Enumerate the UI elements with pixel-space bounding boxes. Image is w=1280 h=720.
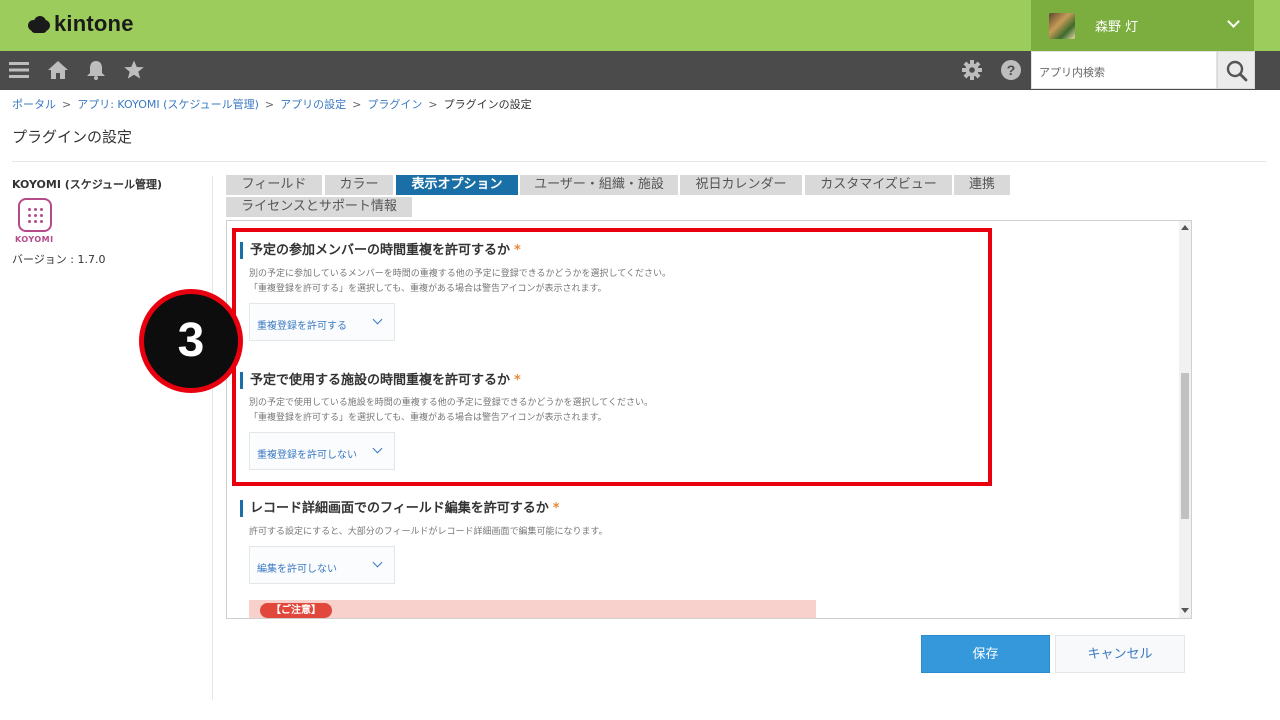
scrollbar-thumb[interactable]	[1181, 373, 1189, 519]
save-button[interactable]: 保存	[921, 635, 1050, 673]
highlight-box	[232, 228, 992, 486]
scroll-up-icon[interactable]	[1181, 225, 1189, 230]
notice-box: 【ご注意】	[249, 600, 816, 618]
plugin-icon-label: KOYOMI	[15, 235, 54, 244]
step-number-badge: 3	[139, 289, 243, 393]
page-title: プラグインの設定	[12, 128, 133, 146]
tab-custom-view[interactable]: カスタマイズビュー	[805, 175, 952, 195]
kintone-logo[interactable]: kintone	[28, 11, 134, 37]
section-description: 許可する設定にすると、大部分のフィールドがレコード詳細画面で編集可能になります。	[249, 525, 608, 540]
breadcrumb-separator: >	[428, 98, 438, 111]
plugin-name: KOYOMI (スケジュール管理)	[12, 178, 163, 191]
tab-field[interactable]: フィールド	[226, 175, 322, 195]
breadcrumb-portal[interactable]: ポータル	[12, 98, 56, 111]
breadcrumb-plugins[interactable]: プラグイン	[367, 98, 422, 111]
menu-icon[interactable]	[7, 59, 31, 83]
breadcrumb-current: プラグインの設定	[443, 98, 532, 111]
search-icon	[1226, 60, 1248, 82]
tab-color[interactable]: カラー	[325, 175, 393, 195]
gear-icon[interactable]	[960, 59, 984, 83]
section-heading-text: レコード詳細画面でのフィールド編集を許可するか	[250, 501, 549, 516]
search-button[interactable]	[1217, 51, 1255, 89]
breadcrumb-separator: >	[264, 98, 275, 111]
section-heading: レコード詳細画面でのフィールド編集を許可するか *	[240, 500, 560, 517]
bell-icon[interactable]	[84, 59, 108, 83]
plugin-calendar-icon	[18, 198, 52, 232]
plugin-version: バージョン : 1.7.0	[12, 253, 106, 266]
star-icon[interactable]	[122, 59, 146, 83]
tab-users-orgs-facilities[interactable]: ユーザー・組織・施設	[520, 175, 678, 195]
app-search-input[interactable]: アプリ内検索	[1031, 51, 1217, 89]
scrollbar[interactable]	[1179, 221, 1191, 618]
avatar	[1049, 12, 1075, 39]
svg-text:?: ?	[1007, 62, 1016, 78]
tab-holiday-calendar[interactable]: 祝日カレンダー	[680, 175, 802, 195]
notice-badge: 【ご注意】	[260, 603, 332, 618]
tab-integration[interactable]: 連携	[954, 175, 1010, 195]
user-name: 森野 灯	[1095, 20, 1139, 35]
breadcrumb-app[interactable]: アプリ: KOYOMI (スケジュール管理)	[77, 98, 259, 111]
app-header: kintone 森野 灯	[0, 0, 1280, 51]
cancel-button[interactable]: キャンセル	[1055, 635, 1185, 673]
divider	[12, 161, 1266, 162]
chevron-down-icon	[1227, 15, 1240, 28]
select-value: 編集を許可しない	[257, 564, 337, 575]
home-icon[interactable]	[46, 59, 70, 83]
divider	[212, 176, 213, 700]
breadcrumb-app-settings[interactable]: アプリの設定	[280, 98, 346, 111]
chevron-down-icon	[372, 557, 383, 568]
help-icon[interactable]: ?	[999, 59, 1023, 83]
breadcrumb: ポータル > アプリ: KOYOMI (スケジュール管理) > アプリの設定 > プラグイン…	[12, 96, 532, 112]
tab-display-options[interactable]: 表示オプション	[396, 175, 518, 195]
record-edit-select[interactable]: 編集を許可しない	[249, 546, 395, 584]
scroll-down-icon[interactable]	[1181, 608, 1189, 613]
tab-license-support[interactable]: ライセンスとサポート情報	[226, 197, 412, 217]
breadcrumb-separator: >	[62, 98, 72, 111]
description-line: 許可する設定にすると、大部分のフィールドがレコード詳細画面で編集可能になります。	[249, 527, 608, 537]
app-name: kintone	[54, 11, 134, 36]
breadcrumb-separator: >	[352, 98, 362, 111]
required-mark: *	[552, 501, 560, 516]
user-menu[interactable]: 森野 灯	[1031, 0, 1254, 51]
logo-cloud-icon	[28, 14, 50, 34]
